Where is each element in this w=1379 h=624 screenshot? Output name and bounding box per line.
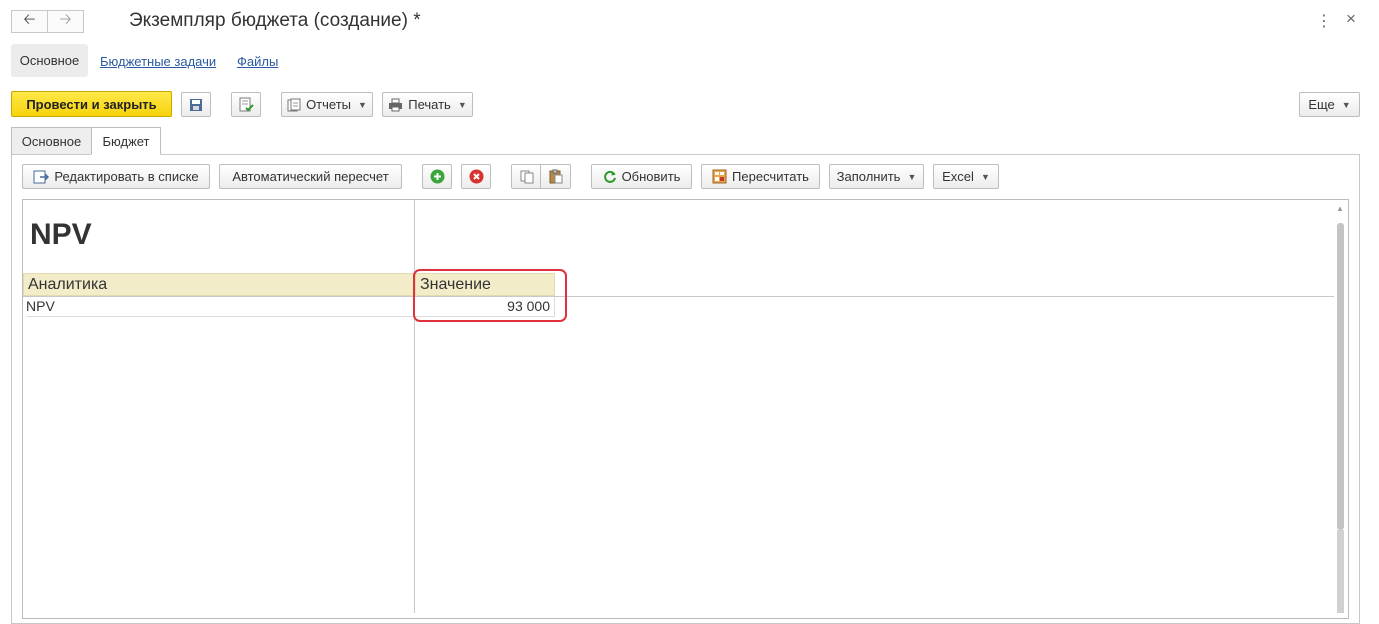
print-button[interactable]: Печать ▼	[382, 92, 473, 117]
forward-button[interactable]: 🡢	[47, 10, 84, 33]
save-button[interactable]	[181, 92, 211, 117]
dropdown-caret-icon: ▼	[457, 99, 467, 110]
dropdown-caret-icon: ▼	[907, 171, 917, 182]
more-button[interactable]: Еще ▼	[1299, 92, 1360, 117]
arrow-left-icon: 🡠	[23, 11, 36, 28]
print-label: Печать	[408, 97, 451, 112]
post-button[interactable]	[231, 92, 261, 117]
recalc-button[interactable]: Пересчитать	[701, 164, 820, 189]
window-title: Экземпляр бюджета (создание) *	[129, 10, 421, 31]
more-vertical-icon[interactable]: ⋮	[1316, 11, 1332, 31]
excel-label: Excel	[942, 169, 974, 184]
section-budget-tasks[interactable]: Бюджетные задачи	[100, 54, 216, 69]
scroll-up-icon[interactable]: ▲	[1336, 204, 1344, 213]
printer-icon	[389, 98, 403, 111]
post-and-close-label: Провести и закрыть	[26, 96, 157, 112]
column-divider	[414, 200, 415, 613]
vertical-scrollbar-track[interactable]	[1337, 530, 1344, 613]
table-cell-analytics[interactable]: NPV	[26, 297, 414, 317]
section-main[interactable]: Основное	[11, 44, 88, 77]
paste-button[interactable]	[540, 164, 571, 189]
auto-recalc-label: Автоматический пересчет	[232, 169, 389, 184]
paste-icon	[549, 169, 562, 184]
close-icon[interactable]: ×	[1346, 9, 1356, 29]
copy-icon	[520, 170, 533, 183]
fill-button[interactable]: Заполнить ▼	[829, 164, 924, 189]
tab-budget[interactable]: Бюджет	[91, 127, 161, 155]
edit-in-list-label: Редактировать в списке	[54, 169, 199, 184]
dropdown-caret-icon: ▼	[358, 99, 367, 110]
reports-icon	[287, 98, 301, 111]
copy-button[interactable]	[511, 164, 541, 189]
back-button[interactable]: 🡠	[11, 10, 48, 33]
reports-button[interactable]: Отчеты ▼	[281, 92, 373, 117]
post-document-icon	[239, 97, 254, 111]
excel-button[interactable]: Excel ▼	[933, 164, 999, 189]
dropdown-caret-icon: ▼	[980, 171, 990, 182]
dropdown-caret-icon: ▼	[1341, 99, 1351, 110]
edit-list-icon	[33, 170, 50, 183]
auto-recalc-button[interactable]: Автоматический пересчет	[219, 164, 402, 189]
refresh-button[interactable]: Обновить	[591, 164, 692, 189]
calculator-icon	[712, 169, 727, 184]
report-title: NPV	[30, 218, 92, 251]
delete-circle-icon	[469, 169, 483, 184]
delete-row-button[interactable]	[461, 164, 491, 189]
recalc-label: Пересчитать	[732, 169, 809, 184]
column-header-analytics: Аналитика	[23, 273, 414, 296]
post-and-close-button[interactable]: Провести и закрыть	[11, 91, 172, 117]
vertical-scrollbar-thumb[interactable]	[1337, 223, 1344, 530]
reports-label: Отчеты	[306, 97, 351, 112]
refresh-icon	[603, 170, 616, 183]
edit-in-list-button[interactable]: Редактировать в списке	[22, 164, 210, 189]
more-label: Еще	[1308, 97, 1335, 112]
tab-main[interactable]: Основное	[11, 127, 92, 155]
section-files[interactable]: Файлы	[237, 54, 278, 69]
value-highlight-frame	[413, 269, 567, 322]
add-row-button[interactable]	[422, 164, 452, 189]
add-circle-icon	[430, 169, 444, 184]
arrow-right-icon: 🡢	[59, 11, 72, 28]
fill-label: Заполнить	[836, 169, 901, 184]
budget-spreadsheet[interactable]	[22, 199, 1349, 619]
save-icon	[190, 98, 202, 111]
refresh-label: Обновить	[621, 169, 681, 184]
